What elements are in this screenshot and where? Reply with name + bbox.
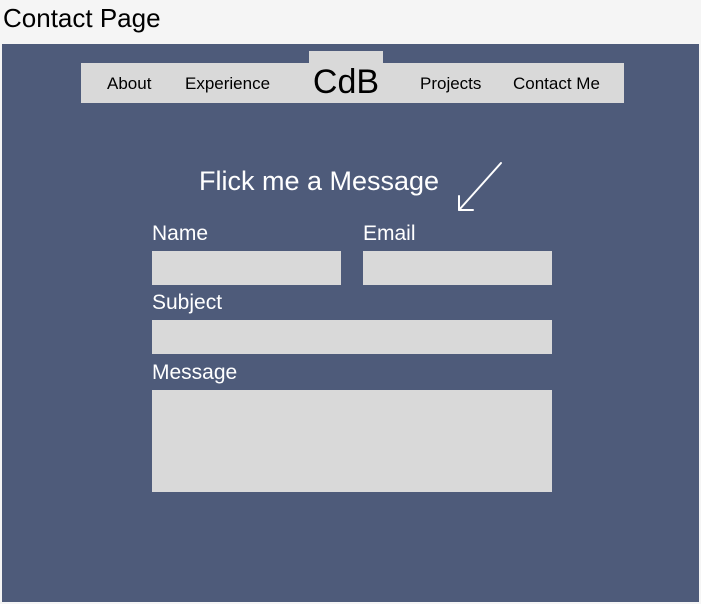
page-frame: CdB About Experience Projects Contact Me… — [2, 44, 699, 602]
message-textarea[interactable] — [152, 390, 552, 492]
email-label: Email — [363, 222, 416, 245]
page-title: Contact Page — [3, 3, 161, 33]
logo[interactable]: CdB — [309, 51, 383, 103]
nav-item-about[interactable]: About — [107, 63, 151, 103]
message-label: Message — [152, 361, 238, 384]
name-input[interactable] — [152, 251, 341, 285]
name-label: Name — [152, 222, 209, 245]
nav-item-projects[interactable]: Projects — [420, 63, 481, 103]
subject-label: Subject — [152, 291, 223, 314]
form-heading: Flick me a Message — [199, 166, 440, 196]
subject-input[interactable] — [152, 320, 552, 354]
nav-item-contact-me[interactable]: Contact Me — [513, 63, 600, 103]
nav-item-experience[interactable]: Experience — [185, 63, 270, 103]
email-input[interactable] — [363, 251, 552, 285]
arrow-down-left-icon — [454, 160, 506, 219]
